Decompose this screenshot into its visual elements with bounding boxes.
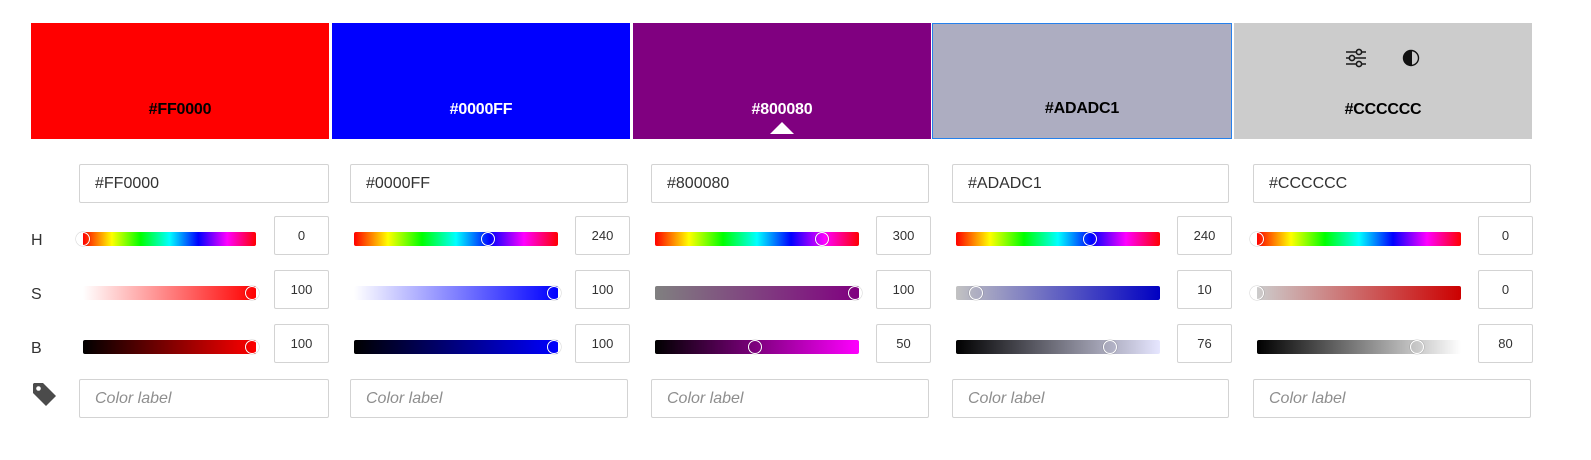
swatch-hex-label: #ADADC1 — [1044, 100, 1120, 117]
swatch-tools — [1345, 48, 1420, 68]
saturation-slider-handle-2[interactable] — [547, 286, 561, 300]
hue-value-2[interactable] — [575, 216, 630, 255]
saturation-value-2[interactable] — [575, 270, 630, 309]
color-swatch-5[interactable]: #CCCCCC — [1234, 23, 1532, 139]
brightness-value-3[interactable] — [876, 324, 931, 363]
hue-slider-5[interactable] — [1257, 232, 1461, 246]
hue-slider-handle-3[interactable] — [815, 232, 829, 246]
saturation-slider-1[interactable] — [83, 286, 256, 300]
hue-slider-handle-4[interactable] — [1083, 232, 1097, 246]
color-label-input-3[interactable] — [651, 379, 929, 418]
brightness-slider-5[interactable] — [1257, 340, 1461, 354]
brightness-slider-1[interactable] — [83, 340, 256, 354]
hue-slider-4[interactable] — [956, 232, 1160, 246]
color-label-input-5[interactable] — [1253, 379, 1531, 418]
color-swatch-2[interactable]: #0000FF — [332, 23, 630, 139]
hex-input-2[interactable] — [350, 164, 628, 203]
hex-input-5[interactable] — [1253, 164, 1531, 203]
hue-value-4[interactable] — [1177, 216, 1232, 255]
brightness-value-1[interactable] — [274, 324, 329, 363]
saturation-slider-4[interactable] — [956, 286, 1160, 300]
brightness-slider-handle-3[interactable] — [748, 340, 762, 354]
hue-value-1[interactable] — [274, 216, 329, 255]
brightness-slider-handle-5[interactable] — [1410, 340, 1424, 354]
hue-slider-1[interactable] — [83, 232, 256, 246]
saturation-slider-3[interactable] — [655, 286, 859, 300]
color-swatch-1[interactable]: #FF0000 — [31, 23, 329, 139]
saturation-value-1[interactable] — [274, 270, 329, 309]
hue-row-label: H — [31, 232, 43, 249]
swatch-hex-label: #FF0000 — [148, 101, 212, 118]
swatch-hex-label: #CCCCCC — [1344, 101, 1422, 118]
hue-value-3[interactable] — [876, 216, 931, 255]
brightness-slider-handle-1[interactable] — [245, 340, 259, 354]
saturation-slider-handle-4[interactable] — [969, 286, 983, 300]
hue-slider-handle-2[interactable] — [481, 232, 495, 246]
hex-input-1[interactable] — [79, 164, 329, 203]
active-swatch-caret — [770, 122, 794, 134]
saturation-slider-5[interactable] — [1257, 286, 1461, 300]
saturation-slider-2[interactable] — [354, 286, 558, 300]
hex-input-3[interactable] — [651, 164, 929, 203]
saturation-value-3[interactable] — [876, 270, 931, 309]
brightness-value-5[interactable] — [1478, 324, 1533, 363]
swatch-hex-label: #0000FF — [449, 101, 513, 118]
brightness-slider-handle-4[interactable] — [1103, 340, 1117, 354]
hue-slider-handle-5[interactable] — [1250, 232, 1264, 246]
color-label-input-1[interactable] — [79, 379, 329, 418]
brightness-value-2[interactable] — [575, 324, 630, 363]
saturation-value-4[interactable] — [1177, 270, 1232, 309]
color-swatch-4[interactable]: #ADADC1 — [932, 23, 1232, 139]
brightness-slider-4[interactable] — [956, 340, 1160, 354]
hue-slider-2[interactable] — [354, 232, 558, 246]
saturation-value-5[interactable] — [1478, 270, 1533, 309]
color-label-input-2[interactable] — [350, 379, 628, 418]
contrast-icon[interactable] — [1402, 49, 1420, 67]
saturation-slider-handle-1[interactable] — [245, 286, 259, 300]
brightness-value-4[interactable] — [1177, 324, 1232, 363]
color-label-input-4[interactable] — [952, 379, 1229, 418]
hue-slider-handle-1[interactable] — [76, 232, 90, 246]
brightness-slider-handle-2[interactable] — [547, 340, 561, 354]
saturation-slider-handle-3[interactable] — [848, 286, 862, 300]
saturation-slider-handle-5[interactable] — [1250, 286, 1264, 300]
tag-icon — [31, 381, 59, 409]
saturation-row-label: S — [31, 286, 42, 303]
brightness-slider-2[interactable] — [354, 340, 558, 354]
brightness-row-label: B — [31, 340, 42, 357]
sliders-icon[interactable] — [1345, 48, 1367, 68]
swatch-hex-label: #800080 — [751, 101, 813, 118]
hex-input-4[interactable] — [952, 164, 1229, 203]
hue-value-5[interactable] — [1478, 216, 1533, 255]
